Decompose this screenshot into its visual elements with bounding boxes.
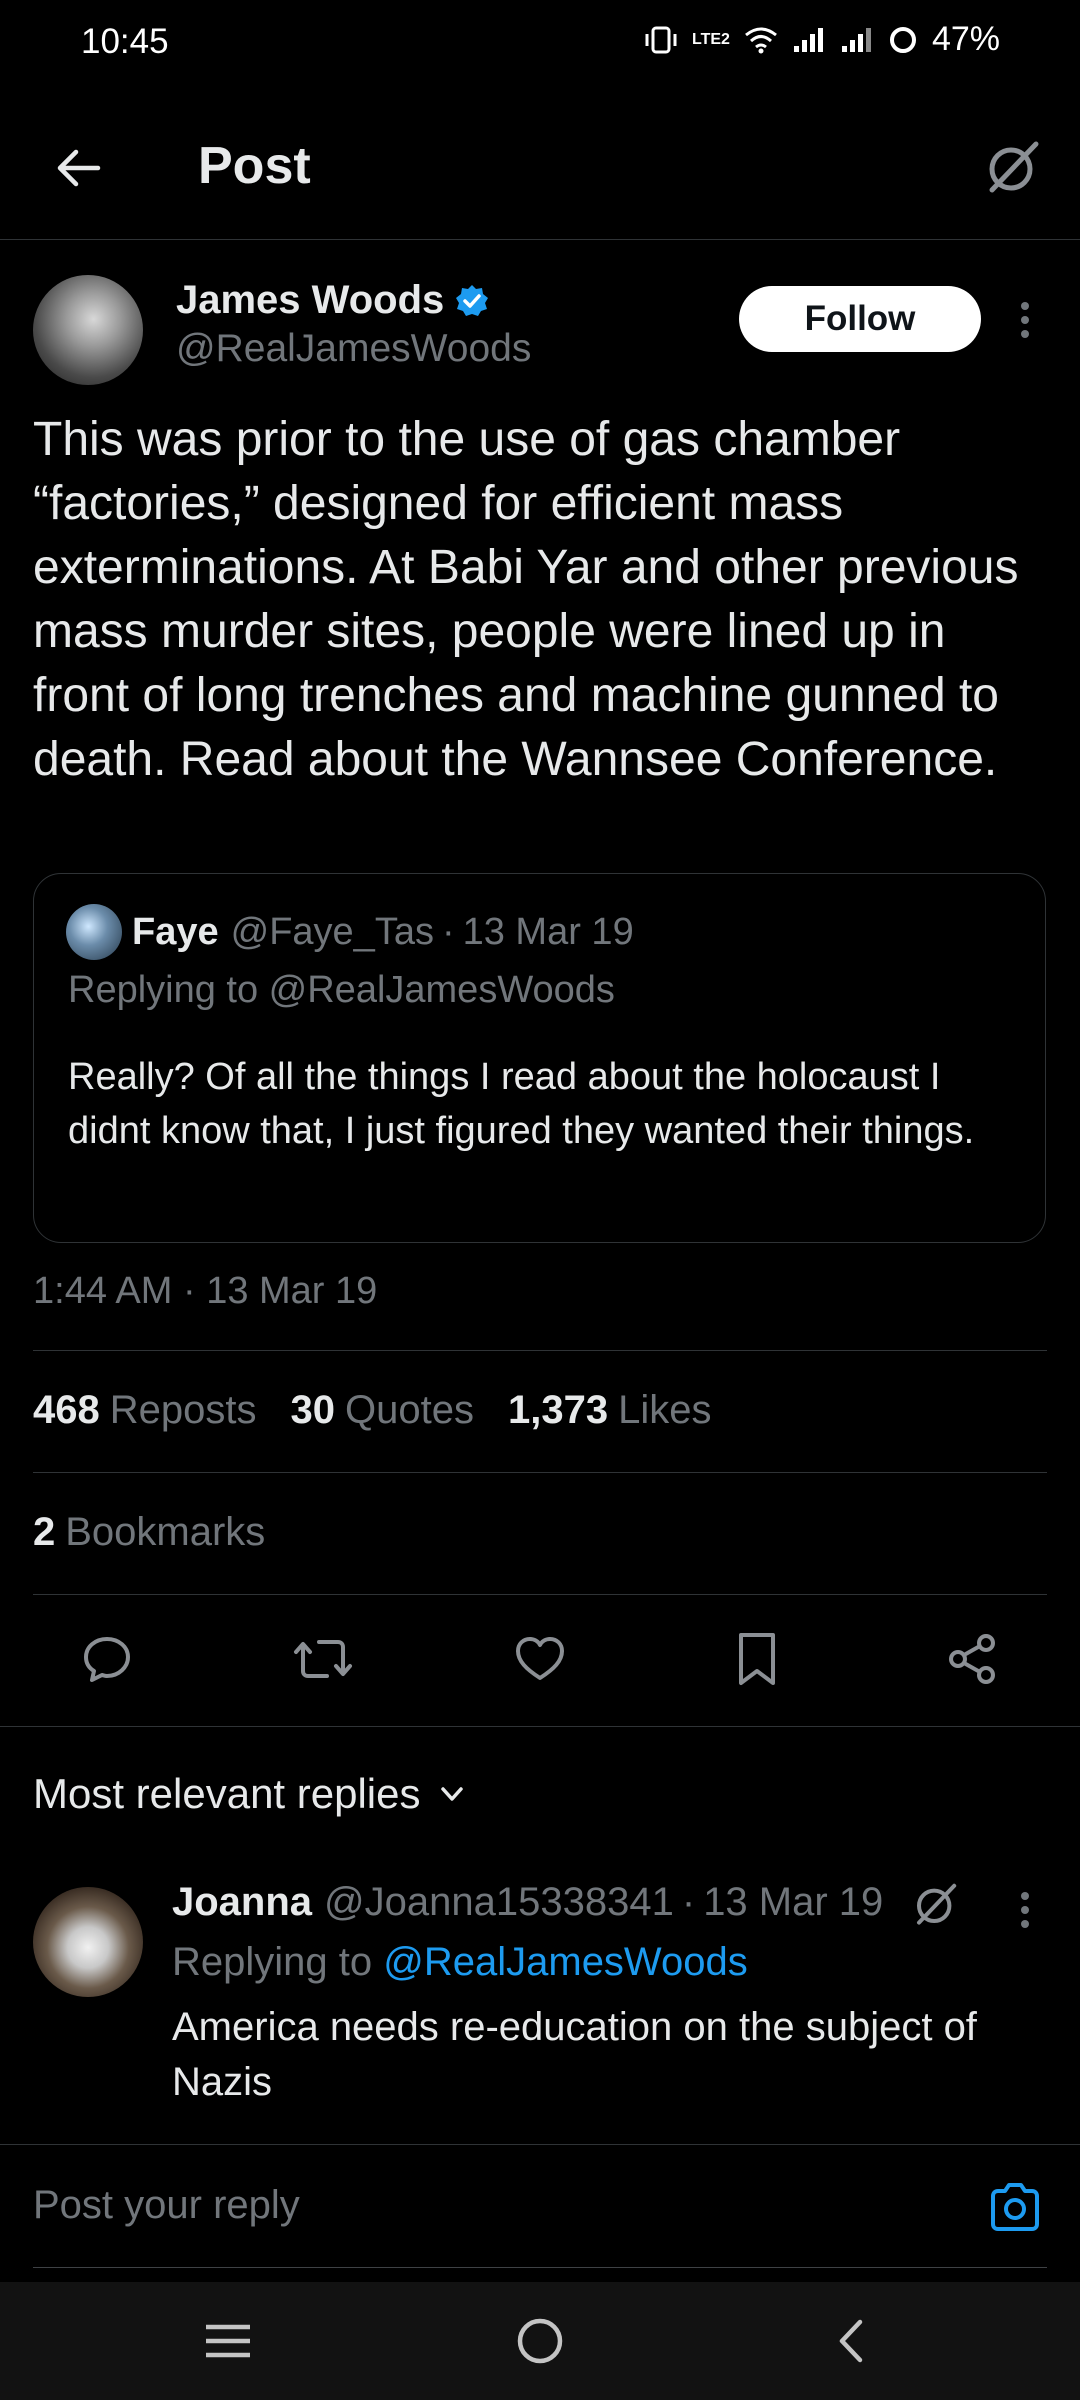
post-header: Post [0,100,1080,240]
quoted-post-header: Faye @Faye_Tas · 13 Mar 19 [66,904,634,960]
reply-text: America needs re-education on the subjec… [172,2005,977,2104]
quoted-replying-to: Replying to @RealJamesWoods [68,969,615,1011]
quoted-post-card[interactable]: Faye @Faye_Tas · 13 Mar 19 Replying to @… [33,873,1046,1243]
post-text: This was prior to the use of gas chamber… [33,413,1019,786]
status-bar: 10:45 LTE2 47% [0,0,1080,90]
reply-grok-button[interactable] [905,1875,965,1935]
replies-sort-dropdown[interactable]: Most relevant replies [33,1770,467,1818]
chevron-down-icon [440,1787,463,1801]
signal-icon-1 [792,26,826,54]
page-title: Post [198,137,311,195]
bookmarks-stat[interactable]: 2 Bookmarks [33,1510,265,1555]
author-avatar[interactable] [33,275,143,385]
replying-to-prefix: Replying to [172,1940,373,1984]
post-more-button[interactable] [1005,292,1045,348]
bookmark-icon [739,1633,775,1685]
quoted-post-date: 13 Mar 19 [462,910,634,953]
separator-dot: · [441,910,455,953]
likes-stat[interactable]: 1,373 Likes [508,1388,712,1433]
reply-author-avatar[interactable] [33,1887,143,1997]
bookmarks-label: Bookmarks [65,1510,266,1554]
quoted-author-avatar [66,904,122,960]
more-vertical-icon [1021,1892,1029,1928]
bookmark-button[interactable] [722,1624,792,1694]
share-icon [949,1634,995,1684]
like-icon [516,1637,564,1680]
author-handle[interactable]: @RealJamesWoods [176,327,531,371]
repost-button[interactable] [288,1624,358,1694]
likes-count: 1,373 [507,1388,609,1432]
reposts-stat[interactable]: 468 Reposts [33,1388,257,1433]
volte-icon: LTE2 [692,30,730,48]
replies-sort-label: Most relevant replies [33,1770,421,1817]
quoted-post-text: Really? Of all the things I read about t… [68,1056,975,1152]
system-nav-bar [0,2282,1080,2400]
camera-icon [991,2183,1039,2231]
author-name[interactable]: James Woods [176,278,444,323]
engagement-stats: 468 Reposts 30 Quotes 1,373 Likes [33,1388,711,1433]
menu-icon [206,2324,250,2358]
verified-badge-icon [456,284,489,316]
separator-dot: · [681,1880,696,1924]
reply-compose-bar [0,2144,1080,2268]
status-icons: LTE2 47% [644,20,1000,59]
reply-header: Joanna @Joanna15338341 · 13 Mar 19 [172,1880,883,1925]
wifi-icon [744,26,778,54]
battery-percent: 47% [931,20,1000,58]
reply-input[interactable] [33,2175,933,2235]
home-circle-icon [517,2318,563,2364]
reposts-label: Reposts [109,1388,257,1432]
reply-author-name[interactable]: Joanna [172,1880,312,1925]
quotes-label: Quotes [345,1388,474,1432]
reply-button[interactable] [72,1624,142,1694]
grok-icon [989,141,1039,193]
like-button[interactable] [505,1624,575,1694]
quotes-count: 30 [290,1388,336,1432]
replying-to-mention[interactable]: @RealJamesWoods [383,1940,747,1984]
chevron-left-icon [839,2319,863,2363]
camera-button[interactable] [983,2175,1047,2239]
system-back-button[interactable] [812,2306,892,2376]
divider [33,1350,1047,1351]
back-button[interactable] [40,130,116,206]
home-button[interactable] [500,2306,580,2376]
grok-button[interactable] [974,130,1050,206]
bookmarks-count: 2 [33,1510,56,1554]
section-divider [0,1726,1080,1727]
repost-icon [294,1640,352,1678]
share-button[interactable] [937,1624,1007,1694]
divider [33,1472,1047,1473]
grok-icon [917,1883,957,1925]
recents-button[interactable] [188,2306,268,2376]
author-name-row[interactable]: James Woods [176,278,490,323]
battery-icon [888,25,918,55]
vibrate-icon [644,25,678,55]
more-vertical-icon [1021,302,1029,338]
reply-author-handle[interactable]: @Joanna15338341 [324,1880,674,1925]
reply-date: 13 Mar 19 [703,1880,884,1924]
follow-button[interactable]: Follow [739,286,981,352]
signal-icon-2 [840,26,874,54]
reply-replying-to: Replying to @RealJamesWoods [172,1940,748,1985]
status-time: 10:45 [81,22,169,61]
reposts-count: 468 [33,1388,100,1432]
arrow-left-icon [57,149,101,187]
quoted-author-name: Faye [132,910,219,953]
post-timestamp: 1:44 AM · 13 Mar 19 [33,1270,378,1312]
quotes-stat[interactable]: 30 Quotes [291,1388,474,1433]
compose-underline [33,2267,1047,2268]
likes-label: Likes [618,1388,712,1432]
reply-more-button[interactable] [1005,1882,1045,1938]
divider [33,1594,1047,1595]
quoted-author-handle: @Faye_Tas [230,910,434,953]
reply-icon [84,1637,130,1682]
